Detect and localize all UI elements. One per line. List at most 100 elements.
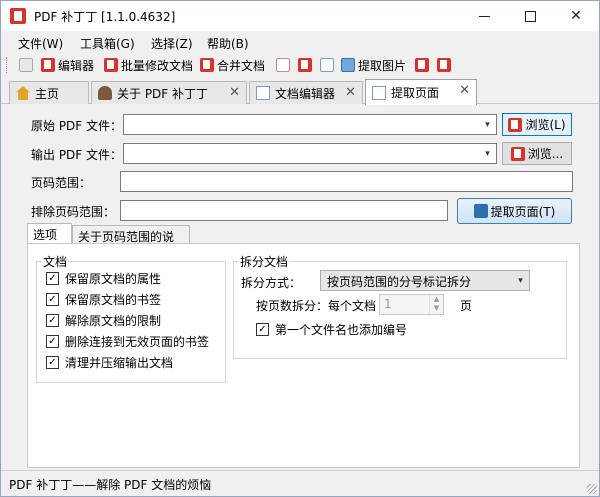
remove-restrictions-checkbox[interactable]: ✓ 解除原文档的限制: [46, 312, 161, 329]
checklist-icon: [19, 58, 33, 72]
extract-pages-label: 提取页面(T): [490, 204, 556, 219]
compress-output-checkbox[interactable]: ✓ 清理并压缩输出文档: [46, 354, 173, 371]
keep-properties-checkbox[interactable]: ✓ 保留原文档的属性: [46, 270, 161, 287]
source-file-combo[interactable]: ▾: [123, 114, 497, 135]
toolbar-grip[interactable]: [6, 57, 9, 73]
tab-page-range-help[interactable]: 关于页码范围的说明: [72, 225, 190, 261]
document-group: 文档 ✓ 保留原文档的属性 ✓ 保留原文档的书签 ✓ 解除原文档的限制 ✓ 删除连接到无…: [36, 253, 226, 383]
browse-source-label: 浏览(L): [525, 118, 566, 132]
app-logo-icon: [10, 8, 26, 24]
chevron-down-icon[interactable]: ▾: [512, 271, 529, 290]
pdf-batch-icon: [104, 58, 118, 72]
minimize-button[interactable]: [461, 1, 507, 31]
checkbox-checked-icon: ✓: [46, 314, 59, 327]
close-icon[interactable]: ✕: [459, 83, 470, 98]
page-range-input[interactable]: [120, 171, 573, 192]
document-tabs: 主页 关于 PDF 补丁丁 ✕ 文档编辑器 ✕ 提取页面 ✕: [1, 79, 599, 105]
chevron-down-icon[interactable]: ▾: [479, 144, 496, 163]
extract-images-button[interactable]: 提取图片: [341, 56, 406, 74]
editor-label: 编辑器: [58, 58, 95, 73]
toolbar-check-button[interactable]: [19, 56, 36, 74]
editor-button[interactable]: 编辑器: [41, 56, 94, 74]
compress-output-label: 清理并压缩输出文档: [65, 356, 174, 370]
merge-button[interactable]: 合并文档: [200, 56, 265, 74]
tab-editor-label: 文档编辑器: [275, 86, 336, 101]
tab-about-label: 关于 PDF 补丁丁: [117, 86, 209, 101]
extract-page-icon: [372, 85, 386, 100]
browse-output-label: 浏览...: [527, 147, 564, 161]
pdf-editor-icon: [41, 58, 55, 72]
save-icon: [473, 204, 488, 218]
close-icon[interactable]: ✕: [229, 85, 240, 100]
split-mode-value: 按页码范围的分号标记拆分: [327, 275, 472, 289]
menu-help[interactable]: 帮助(B): [207, 35, 249, 52]
browse-source-button[interactable]: 浏览(L): [502, 113, 572, 136]
tab-editor[interactable]: 文档编辑器 ✕: [249, 81, 363, 104]
close-icon: ✕: [570, 8, 582, 24]
menu-bar: 文件(W) 工具箱(G) 选择(Z) 帮助(B): [1, 31, 599, 53]
pdf-extract-icon: [298, 58, 312, 72]
checkbox-checked-icon: ✓: [46, 335, 59, 348]
status-text: PDF 补丁丁——解除 PDF 文档的烦恼: [9, 478, 212, 492]
remove-restrictions-label: 解除原文档的限制: [65, 314, 162, 328]
merge-label: 合并文档: [217, 58, 266, 73]
output-file-combo[interactable]: ▾: [123, 143, 497, 164]
source-file-label: 原始 PDF 文件：: [31, 119, 123, 133]
options-page: 文档 ✓ 保留原文档的属性 ✓ 保留原文档的书签 ✓ 解除原文档的限制 ✓ 删除连接到无…: [27, 243, 580, 468]
extract-pages-button[interactable]: 提取页面(T): [457, 198, 572, 224]
split-mode-select[interactable]: 按页码范围的分号标记拆分 ▾: [320, 270, 530, 291]
pdf-icon: [510, 146, 525, 161]
status-bar: PDF 补丁丁——解除 PDF 文档的烦恼: [1, 470, 599, 496]
exclude-range-label: 排除页码范围：: [31, 205, 116, 219]
checkbox-checked-icon: ✓: [256, 323, 269, 336]
menu-file[interactable]: 文件(W): [18, 35, 63, 52]
title-bar: PDF 补丁丁 [1.1.0.4632] ✕: [1, 1, 599, 31]
batch-modify-label: 批量修改文档: [121, 58, 194, 73]
split-mode-label: 拆分方式：: [241, 276, 302, 290]
menu-select[interactable]: 选择(Z): [151, 35, 193, 52]
chevron-down-icon[interactable]: ▾: [479, 115, 496, 134]
toolbar-extract-button[interactable]: [298, 56, 315, 74]
exclude-range-input[interactable]: [120, 200, 448, 221]
number-first-file-label: 第一个文件名也添加编号: [275, 323, 408, 337]
maximize-button[interactable]: [507, 1, 553, 31]
remove-invalid-bookmarks-checkbox[interactable]: ✓ 删除连接到无效页面的书签: [46, 333, 209, 350]
toolbar: 编辑器 批量修改文档 合并文档 提取图片: [1, 53, 599, 77]
tab-options[interactable]: 选项: [27, 223, 72, 245]
checkbox-checked-icon: ✓: [46, 272, 59, 285]
keep-bookmarks-checkbox[interactable]: ✓ 保留原文档的书签: [46, 291, 161, 308]
document-icon: [320, 58, 334, 72]
document-icon: [256, 86, 270, 100]
tab-home[interactable]: 主页: [9, 81, 89, 104]
pdf-merge-icon: [200, 58, 214, 72]
menu-toolbox[interactable]: 工具箱(G): [80, 35, 135, 52]
close-icon[interactable]: ✕: [345, 85, 356, 100]
remove-invalid-bookmarks-label: 删除连接到无效页面的书签: [65, 335, 210, 349]
split-group: 拆分文档 拆分方式： 按页码范围的分号标记拆分 ▾ 按页数拆分：每个文档 1 ▲…: [233, 253, 567, 359]
pdf-split-icon: [437, 58, 451, 72]
output-file-label: 输出 PDF 文件：: [31, 148, 123, 162]
split-group-title: 拆分文档: [239, 253, 290, 270]
close-button[interactable]: ✕: [553, 1, 599, 31]
app-window: PDF 补丁丁 [1.1.0.4632] ✕ 文件(W) 工具箱(G) 选择(Z…: [0, 0, 600, 497]
page-range-label: 页码范围：: [31, 176, 92, 190]
split-pages-stepper[interactable]: 1 ▲ ▼: [379, 294, 444, 315]
extract-pages-panel: 原始 PDF 文件： ▾ 浏览(L) 输出 PDF 文件： ▾ 浏览... 页码…: [1, 105, 599, 470]
toolbar-pdf-button[interactable]: [415, 56, 432, 74]
stepper-arrows-icon[interactable]: ▲ ▼: [429, 295, 443, 314]
home-icon: [16, 86, 30, 100]
extract-images-label: 提取图片: [358, 58, 407, 73]
number-first-file-checkbox[interactable]: ✓ 第一个文件名也添加编号: [256, 321, 407, 338]
toolbar-pdf2-button[interactable]: [437, 56, 454, 74]
tab-about[interactable]: 关于 PDF 补丁丁 ✕: [91, 81, 247, 104]
resize-grip-icon[interactable]: [587, 484, 597, 494]
batch-modify-button[interactable]: 批量修改文档: [104, 56, 193, 74]
toolbar-pen-button[interactable]: [276, 56, 293, 74]
split-pages-value: 1: [384, 297, 392, 311]
tab-extract-pages[interactable]: 提取页面 ✕: [365, 79, 477, 105]
checkbox-checked-icon: ✓: [46, 293, 59, 306]
minimize-icon: [478, 15, 490, 17]
toolbar-doc-button[interactable]: [320, 56, 337, 74]
browse-output-button[interactable]: 浏览...: [502, 142, 572, 165]
window-title: PDF 补丁丁 [1.1.0.4632]: [34, 10, 176, 24]
